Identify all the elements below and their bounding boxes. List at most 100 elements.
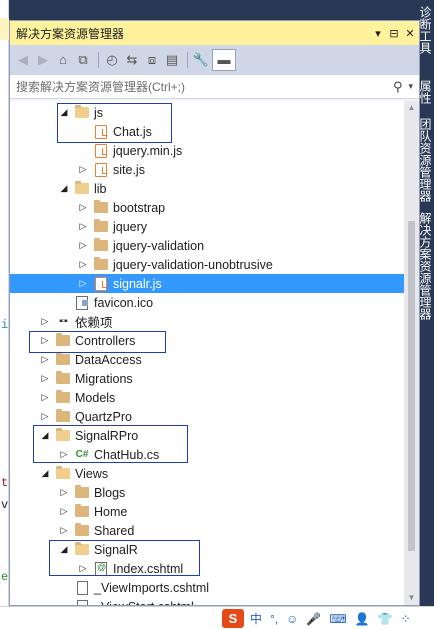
ime-chinese-mode-button[interactable]: 中: [250, 610, 262, 627]
collapsed-arrow-icon[interactable]: ▷: [77, 240, 89, 251]
ime-keyboard-icon[interactable]: ⌨: [329, 612, 346, 626]
code-editor-edge: i t v e: [0, 0, 9, 606]
dock-tab-team-explorer[interactable]: 团队资源管理器: [418, 118, 434, 202]
collapsed-arrow-icon[interactable]: ▷: [77, 563, 89, 574]
scroll-down-arrow-icon[interactable]: ▼: [404, 591, 419, 605]
tree-item[interactable]: ▷ Controllers: [10, 331, 405, 350]
ime-voice-icon[interactable]: 🎤: [306, 612, 321, 626]
search-input[interactable]: 搜索解决方案资源管理器(Ctrl+;): [16, 78, 393, 95]
expanded-arrow-icon[interactable]: ◢: [39, 468, 51, 479]
dependencies-icon: ▪▫▪: [59, 316, 68, 327]
properties-wrench-icon[interactable]: 🔧: [192, 49, 210, 71]
collapsed-arrow-icon[interactable]: ▷: [77, 164, 89, 175]
tree-item-label: Blogs: [94, 485, 126, 500]
collapsed-arrow-icon[interactable]: ▷: [58, 506, 70, 517]
csharp-file-icon: C#: [75, 449, 89, 460]
scrollbar-thumb[interactable]: [408, 221, 415, 551]
tree-item[interactable]: Chat.js: [10, 122, 405, 141]
ime-emoji-icon[interactable]: ☺: [286, 612, 298, 626]
solution-explorer-toolbar: ◀ ▶ ⌂ ⧉ ◴ ⇆ ⧈ ▤ 🔧 ▬: [10, 45, 419, 75]
tree-item[interactable]: ▷ Index.cshtml: [10, 559, 405, 578]
tree-item[interactable]: ◢ SignalR: [10, 540, 405, 559]
document-icon: [74, 599, 90, 605]
sogou-logo-icon[interactable]: S: [222, 609, 244, 628]
tree-item[interactable]: ◢ Views: [10, 464, 405, 483]
tree-item[interactable]: ▷ Migrations: [10, 369, 405, 388]
dock-tab-properties[interactable]: 属性: [418, 80, 434, 104]
tree-item[interactable]: ◢ SignalRPro: [10, 426, 405, 445]
folder-icon: [74, 523, 90, 538]
tree-item[interactable]: ▷ Models: [10, 388, 405, 407]
tree-item-label: SignalR: [94, 542, 138, 557]
tree-item[interactable]: ▷ Blogs: [10, 483, 405, 502]
collapsed-arrow-icon[interactable]: ▷: [77, 202, 89, 213]
folder-icon: [93, 257, 109, 272]
ime-toolbox-icon[interactable]: ⁘: [401, 612, 411, 626]
tree-item-label: DataAccess: [75, 352, 142, 367]
forward-button[interactable]: ▶: [34, 49, 52, 71]
panel-title-bar[interactable]: 解决方案资源管理器 ▾ ⊟ ✕: [10, 21, 419, 45]
editor-text-fragment: e: [1, 570, 9, 584]
tree-item[interactable]: ▷ bootstrap: [10, 198, 405, 217]
collapsed-arrow-icon[interactable]: ▷: [77, 221, 89, 232]
home-button[interactable]: ⌂: [54, 49, 72, 71]
window-position-button[interactable]: ▾: [371, 27, 385, 40]
tree-item[interactable]: ▷ DataAccess: [10, 350, 405, 369]
editor-tab-edge[interactable]: [0, 18, 9, 40]
preview-selected-items-button[interactable]: ▬: [212, 48, 236, 71]
collapsed-arrow-icon[interactable]: ▷: [39, 373, 51, 384]
dock-tab-diagnostic-tools[interactable]: 诊断工具: [418, 6, 434, 54]
folder-icon: [93, 200, 109, 215]
ime-skin-icon[interactable]: 👕: [378, 612, 393, 626]
collapsed-arrow-icon[interactable]: ▷: [39, 411, 51, 422]
expanded-arrow-icon[interactable]: ◢: [58, 107, 70, 118]
dock-tab-solution-explorer[interactable]: 解决方案资源管理器: [418, 212, 434, 320]
tree-item[interactable]: ▷ jquery: [10, 217, 405, 236]
tree-item[interactable]: ▷ Home: [10, 502, 405, 521]
collapsed-arrow-icon[interactable]: ▷: [58, 449, 70, 460]
sync-with-active-document-button[interactable]: ⇆: [123, 49, 141, 71]
collapse-all-button[interactable]: ⧈: [143, 49, 161, 71]
tree-item[interactable]: favicon.ico: [10, 293, 405, 312]
expanded-arrow-icon[interactable]: ◢: [58, 544, 70, 555]
tree-item[interactable]: ◢ js: [10, 103, 405, 122]
tree-item[interactable]: ◢ lib: [10, 179, 405, 198]
auto-hide-pin-button[interactable]: ⊟: [387, 27, 401, 40]
tree-item[interactable]: ▷ jquery-validation-unobtrusive: [10, 255, 405, 274]
collapsed-arrow-icon[interactable]: ▷: [39, 354, 51, 365]
collapsed-arrow-icon[interactable]: ▷: [77, 259, 89, 270]
tree-item[interactable]: jquery.min.js: [10, 141, 405, 160]
tree-item-label: bootstrap: [113, 200, 166, 215]
tree-item-label: Home: [94, 504, 128, 519]
tree-item[interactable]: _ViewImports.cshtml: [10, 578, 405, 597]
collapsed-arrow-icon[interactable]: ▷: [58, 487, 70, 498]
search-options-dropdown-icon[interactable]: ▾: [408, 81, 413, 92]
tree-item[interactable]: ▷ site.js: [10, 160, 405, 179]
javascript-file-icon: [93, 276, 109, 291]
collapsed-arrow-icon[interactable]: ▷: [39, 392, 51, 403]
tree-item[interactable]: ▷ ▪▫▪ 依赖项: [10, 312, 405, 331]
switch-views-button[interactable]: ⧉: [74, 49, 92, 71]
tree-item[interactable]: ▷ signalr.js: [10, 274, 405, 293]
ime-user-icon[interactable]: 👤: [355, 612, 370, 626]
tree-item[interactable]: ▷ Shared: [10, 521, 405, 540]
tree-item[interactable]: ▷ C# ChatHub.cs: [10, 445, 405, 464]
search-icon[interactable]: ⚲: [393, 79, 403, 95]
expanded-arrow-icon[interactable]: ◢: [39, 430, 51, 441]
expanded-arrow-icon[interactable]: ◢: [58, 183, 70, 194]
search-box[interactable]: 搜索解决方案资源管理器(Ctrl+;) ⚲ ▾: [10, 75, 419, 99]
tree-item[interactable]: _ViewStart.cshtml: [10, 597, 405, 605]
tree-item[interactable]: ▷ jquery-validation: [10, 236, 405, 255]
collapsed-arrow-icon[interactable]: ▷: [77, 278, 89, 289]
back-button[interactable]: ◀: [14, 49, 32, 71]
collapsed-arrow-icon[interactable]: ▷: [39, 316, 51, 327]
ime-punctuation-button[interactable]: °,: [270, 612, 278, 626]
tree-item-label: Views: [75, 466, 109, 481]
collapsed-arrow-icon[interactable]: ▷: [58, 525, 70, 536]
pending-changes-filter-button[interactable]: ◴: [103, 49, 121, 71]
tree-item[interactable]: ▷ QuartzPro: [10, 407, 405, 426]
show-all-files-button[interactable]: ▤: [163, 49, 181, 71]
close-button[interactable]: ✕: [403, 27, 417, 40]
javascript-file-icon: [93, 162, 109, 177]
collapsed-arrow-icon[interactable]: ▷: [39, 335, 51, 346]
